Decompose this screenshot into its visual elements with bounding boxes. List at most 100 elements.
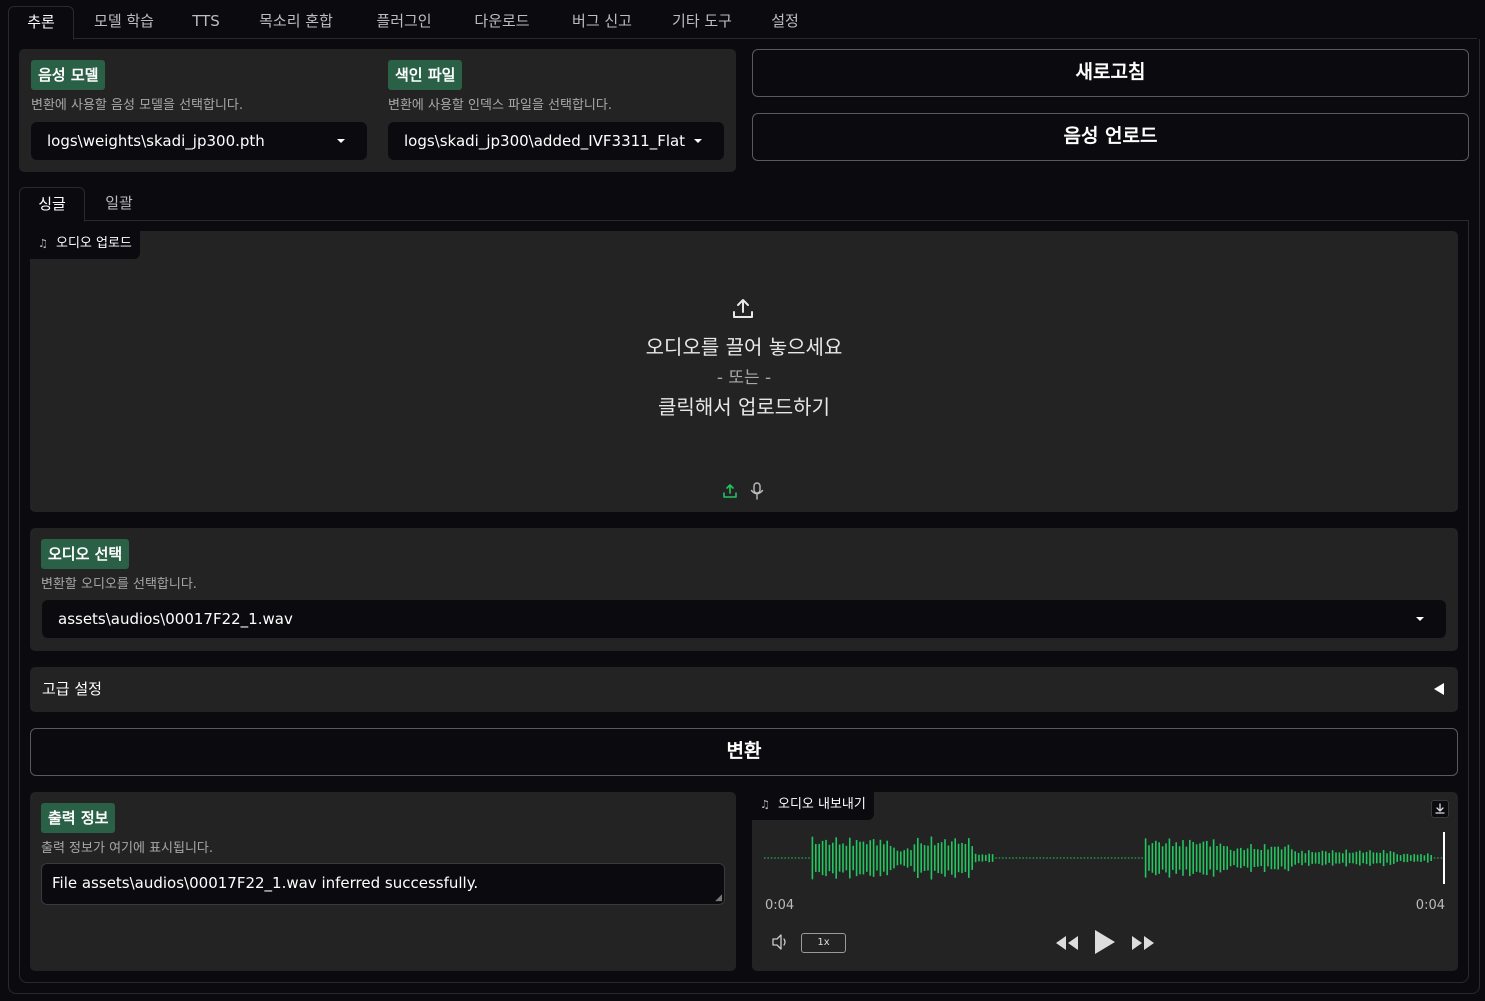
microphone-icon[interactable] [749,482,765,500]
volume-icon[interactable] [771,933,791,951]
waveform-bar [1029,857,1031,859]
sub-tab-bar: 싱글 일괄 [19,187,1469,222]
convert-button[interactable]: 변환 [30,728,1458,776]
waveform-bar [1104,857,1106,859]
waveform-bar [1433,857,1436,859]
refresh-button[interactable]: 새로고침 [752,49,1469,97]
waveform-bar [1325,851,1327,865]
playhead-cursor[interactable] [1443,832,1445,884]
upload-voice-button[interactable]: 음성 언로드 [752,113,1469,161]
output-info-tag: 출력 정보 [41,803,116,833]
audio-upload-dropzone[interactable]: ♫ 오디오 업로드 오디오를 끌어 놓으세요 - 또는 - 클릭해서 업로드하기 [30,231,1458,512]
rewind-icon[interactable] [1054,934,1080,952]
waveform-bar [1348,852,1351,864]
tab-inference[interactable]: 추론 [8,6,74,40]
waveform-bar [1369,850,1371,866]
play-icon[interactable] [1091,928,1117,956]
waveform-bar [1274,846,1276,870]
tab-model-training[interactable]: 모델 학습 [84,6,164,39]
audio-select-description: 변환할 오디오를 선택합니다. [41,577,197,592]
index-file-dropdown[interactable]: logs\skadi_jp300\added_IVF3311_Flat [388,122,724,160]
upload-source-icon[interactable] [722,483,738,499]
waveform-bar [1420,854,1422,862]
tab-settings[interactable]: 설정 [760,6,810,39]
waveform-bar [1127,857,1130,859]
waveform-bar [1090,857,1092,859]
waveform-bar [1314,852,1317,864]
waveform-bar [1406,853,1409,863]
advanced-settings-accordion[interactable]: 고급 설정 [30,667,1458,712]
output-info-panel: 출력 정보 출력 정보가 여기에 표시됩니다. File assets\audi… [30,792,736,971]
audio-select-dropdown[interactable]: assets\audios\00017F22_1.wav [42,600,1446,638]
waveform-bar [1355,851,1358,865]
download-button[interactable] [1431,800,1449,818]
waveform-bar [883,844,885,872]
waveform-bar [1005,857,1007,859]
collapse-arrow-icon [1434,683,1444,695]
waveform-bar [1206,840,1208,876]
waveform-bar [1036,857,1038,859]
waveform-bar [1022,857,1024,859]
waveform-bar [917,837,919,878]
audio-export-panel: ♫ 오디오 내보내기 0:04 0:04 1x [752,792,1458,971]
waveform-bar [900,851,902,865]
waveform-bar [1318,852,1320,864]
waveform-bar [1243,850,1245,867]
waveform-bar [1223,846,1225,870]
voice-model-dropdown[interactable]: logs\weights\skadi_jp300.pth [31,122,367,160]
waveform-bar [947,845,950,871]
waveform-bar [1131,857,1133,859]
waveform-bar [1080,857,1082,859]
audio-select-tag: 오디오 선택 [41,539,130,569]
output-info-description: 출력 정보가 여기에 표시됩니다. [41,841,214,856]
voice-model-header: 음성 모델 변환에 사용할 음성 모델을 선택합니다. [31,60,243,113]
output-info-textarea[interactable]: File assets\audios\00017F22_1.wav inferr… [41,863,725,905]
waveform-bar [791,857,793,859]
tab-single[interactable]: 싱글 [19,187,85,222]
waveform-bar [1053,857,1055,859]
waveform-bar [1182,840,1184,876]
resize-handle-icon[interactable]: ◢ [715,893,722,903]
fast-forward-icon[interactable] [1130,934,1156,952]
tab-extra-tools[interactable]: 기타 도구 [660,6,744,39]
waveform-bar [1229,849,1232,867]
tab-download[interactable]: 다운로드 [462,6,542,39]
model-index-panel: 음성 모델 변환에 사용할 음성 모델을 선택합니다. logs\weights… [19,49,736,172]
waveform-bar [1376,852,1378,864]
tab-voice-blend[interactable]: 목소리 혼합 [246,6,346,39]
waveform-bar [1134,857,1137,859]
waveform-bar [910,850,912,866]
waveform-bar [957,843,960,873]
waveform-bar [1301,850,1303,866]
waveform-bar [978,854,980,862]
waveform-bar [1212,839,1215,877]
index-file-description: 변환에 사용할 인덱스 파일을 선택합니다. [388,98,612,113]
tab-batch[interactable]: 일괄 [93,187,145,221]
top-tab-bar: 추론 모델 학습 TTS 목소리 혼합 플러그인 다운로드 버그 신고 기타 도… [8,6,1477,40]
waveform-bar [872,839,875,877]
tab-tts[interactable]: TTS [184,6,228,39]
waveform-bar [1328,853,1330,863]
waveform-bar [767,857,769,859]
waveform-bar [1097,857,1099,859]
waveform-bar [985,854,987,861]
chevron-down-icon [1416,617,1424,621]
waveform-bar [893,847,895,869]
waveform-bar [1059,857,1062,859]
waveform-bar [1073,857,1075,859]
playback-speed-button[interactable]: 1x [801,933,846,953]
waveform-bar [1342,853,1344,863]
audio-upload-label: ♫ 오디오 업로드 [30,231,140,259]
waveform-bar [1049,857,1052,859]
waveform-bar [913,844,916,872]
tab-plugins[interactable]: 플러그인 [364,6,444,39]
waveform-bar [1161,846,1164,870]
waveform-bar [842,843,844,873]
waveform-bar [988,853,990,863]
waveform-bar [1185,846,1188,870]
waveform-bar [1270,846,1273,870]
tab-bug-report[interactable]: 버그 신고 [560,6,644,39]
waveform-bar [1025,857,1028,859]
waveform-bar [889,845,892,871]
audio-waveform[interactable] [764,832,1446,884]
